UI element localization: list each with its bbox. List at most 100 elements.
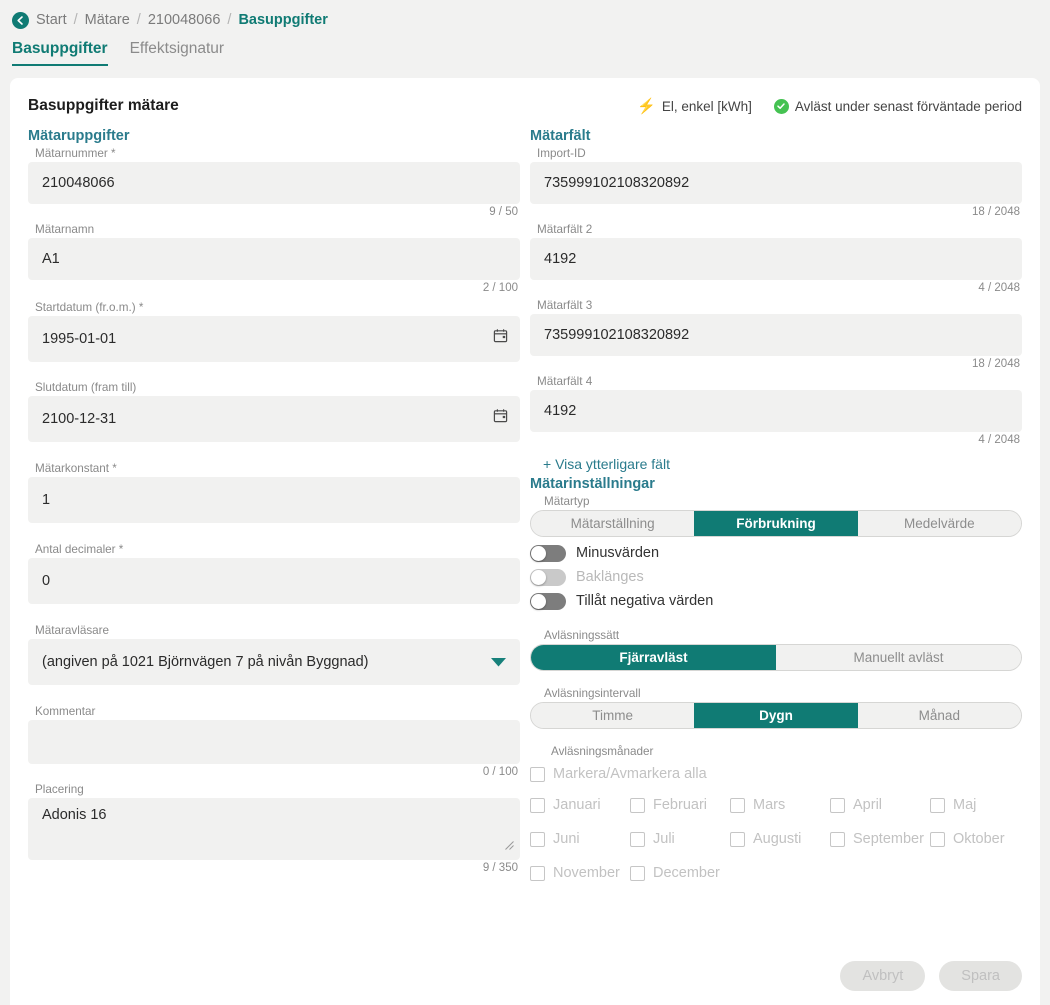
checkbox-label: Mars	[753, 797, 786, 813]
save-button[interactable]: Spara	[939, 961, 1022, 991]
breadcrumb-item-matare[interactable]: Mätare	[85, 12, 130, 28]
checkbox-oktober: Oktober	[930, 831, 1030, 847]
checkbox-juli: Juli	[630, 831, 730, 847]
kommentar-value	[28, 720, 520, 738]
select-all-row: Markera/Avmarkera alla	[530, 760, 1022, 788]
checkbox-april: April	[830, 797, 930, 813]
toggle-switch	[530, 568, 566, 586]
field-label: Mätarkonstant *	[35, 462, 117, 475]
show-extra-fields-link[interactable]: + Visa ytterligare fält	[530, 449, 1022, 476]
tab-effektsignatur[interactable]: Effektsignatur	[130, 40, 225, 66]
char-counter: 9 / 50	[489, 206, 518, 218]
metertype-option-forbrukning[interactable]: Förbrukning	[694, 511, 858, 536]
checkbox-box	[930, 831, 945, 847]
toggle-switch[interactable]	[530, 544, 566, 562]
checkbox-box	[530, 766, 545, 782]
metertype-label: Mätartyp	[544, 495, 590, 508]
meter-type-badge: ⚡ El, enkel [kWh]	[637, 99, 752, 114]
field-label: Mätarfält 4	[537, 375, 593, 388]
reading-method-label: Avläsningssätt	[544, 629, 620, 642]
section-title-matarfalt: Mätarfält	[530, 128, 591, 144]
toggle-knob	[531, 593, 546, 609]
field-label: Mätarfält 3	[537, 299, 593, 312]
tab-basuppgifter[interactable]: Basuppgifter	[12, 40, 108, 66]
calendar-icon[interactable]	[493, 408, 508, 427]
toggle-knob	[531, 569, 546, 585]
checkbox-box	[730, 831, 745, 847]
checkbox-label: November	[553, 865, 620, 881]
field-matarfalt-3: Mätarfält 3 735999102108320892 18 / 2048	[530, 297, 1022, 373]
reading-method-option-fjarravlast[interactable]: Fjärravläst	[531, 645, 776, 670]
header-status-group: ⚡ El, enkel [kWh] Avläst under senast fö…	[637, 98, 1022, 114]
import-id-input[interactable]: 735999102108320892	[530, 162, 1022, 204]
reading-interval-label: Avläsningsintervall	[544, 687, 641, 700]
breadcrumb-separator: /	[227, 12, 232, 28]
meter-type-label: El, enkel [kWh]	[661, 98, 752, 114]
checkbox-januari: Januari	[530, 797, 630, 813]
metertype-option-medelvarde[interactable]: Medelvärde	[857, 511, 1021, 536]
field-matarnummer: Mätarnummer * 210048066 9 / 50	[28, 145, 520, 221]
meter-info-column: Mätaruppgifter Mätarnummer * 210048066 9…	[28, 128, 520, 890]
breadcrumb-separator: /	[73, 12, 78, 28]
matarnummer-input[interactable]: 210048066	[28, 162, 520, 204]
check-circle-icon	[773, 98, 789, 114]
calendar-icon[interactable]	[493, 328, 508, 347]
slutdatum-input[interactable]: 2100-12-31	[28, 396, 520, 442]
toggle-label: Tillåt negativa värden	[576, 593, 714, 609]
field-label: Import-ID	[537, 147, 586, 160]
placering-textarea[interactable]: Adonis 16	[28, 798, 520, 860]
cancel-button[interactable]: Avbryt	[840, 961, 926, 991]
breadcrumb-separator: /	[136, 12, 141, 28]
kommentar-textarea[interactable]	[28, 720, 520, 764]
tab-bar: Basuppgifter Effektsignatur	[0, 32, 1050, 66]
startdatum-value: 1995-01-01	[42, 331, 117, 347]
field-matarnamn: Mätarnamn A1 2 / 100	[28, 221, 520, 297]
card-header: Basuppgifter mätare ⚡ El, enkel [kWh] Av…	[28, 92, 1022, 120]
toggle-tillat-negativa-varden[interactable]: Tillåt negativa värden	[530, 589, 1022, 613]
reading-interval-option-manad[interactable]: Månad	[857, 703, 1021, 728]
mataravlasare-select[interactable]: (angiven på 1021 Björnvägen 7 på nivån B…	[28, 639, 520, 685]
field-import-id: Import-ID 735999102108320892 18 / 2048	[530, 145, 1022, 221]
toggle-minusvarden[interactable]: Minusvärden	[530, 541, 1022, 565]
breadcrumb-item-meter-id[interactable]: 210048066	[148, 12, 221, 28]
checkbox-mars: Mars	[730, 797, 830, 813]
checkbox-label: Juni	[553, 831, 580, 847]
matarfalt-4-input[interactable]: 4192	[530, 390, 1022, 432]
checkbox-box	[630, 831, 645, 847]
field-mataravlasare: Mätaravläsare (angiven på 1021 Björnväge…	[28, 622, 520, 685]
toggle-knob	[531, 545, 546, 561]
checkbox-box	[530, 865, 545, 881]
resize-handle-icon[interactable]	[504, 838, 515, 856]
field-matarkonstant: Mätarkonstant * 1	[28, 460, 520, 523]
char-counter: 0 / 100	[482, 766, 518, 778]
checkbox-label: Januari	[553, 797, 601, 813]
checkbox-label: Juli	[653, 831, 675, 847]
matarkonstant-input[interactable]: 1	[28, 477, 520, 523]
lightning-bolt-icon: ⚡	[637, 97, 656, 115]
reading-interval-option-dygn[interactable]: Dygn	[694, 703, 858, 728]
char-counter: 4 / 2048	[978, 282, 1020, 294]
antal-decimaler-input[interactable]: 0	[28, 558, 520, 604]
checkbox-maj: Maj	[930, 797, 1030, 813]
field-startdatum: Startdatum (fr.o.m.) * 1995-01-01	[28, 299, 520, 362]
checkbox-label: Oktober	[953, 831, 1005, 847]
matarfalt-2-input[interactable]: 4192	[530, 238, 1022, 280]
metertype-option-matarstallning[interactable]: Mätarställning	[531, 511, 695, 536]
breadcrumb-item-start[interactable]: Start	[36, 12, 67, 28]
matarfalt-3-input[interactable]: 735999102108320892	[530, 314, 1022, 356]
placering-value: Adonis 16	[42, 807, 107, 823]
breadcrumb: Start / Mätare / 210048066 / Basuppgifte…	[0, 0, 1050, 32]
field-label: Mätarnummer *	[35, 147, 116, 160]
matarnamn-input[interactable]: A1	[28, 238, 520, 280]
reading-interval-option-timme[interactable]: Timme	[531, 703, 695, 728]
char-counter: 18 / 2048	[972, 206, 1020, 218]
reading-months-group: Avläsningsmånader Markera/Avmarkera alla…	[530, 743, 1022, 890]
meter-fields-column: Mätarfält Import-ID 735999102108320892 1…	[530, 128, 1022, 890]
months-row-2: Juni Juli Augusti September Oktober	[530, 822, 1022, 856]
toggle-switch[interactable]	[530, 592, 566, 610]
back-arrow-icon[interactable]	[12, 11, 29, 29]
chevron-down-icon[interactable]	[490, 656, 507, 672]
reading-method-option-manuellt[interactable]: Manuellt avläst	[776, 645, 1021, 670]
startdatum-input[interactable]: 1995-01-01	[28, 316, 520, 362]
basuppgifter-card: Basuppgifter mätare ⚡ El, enkel [kWh] Av…	[10, 78, 1040, 1005]
